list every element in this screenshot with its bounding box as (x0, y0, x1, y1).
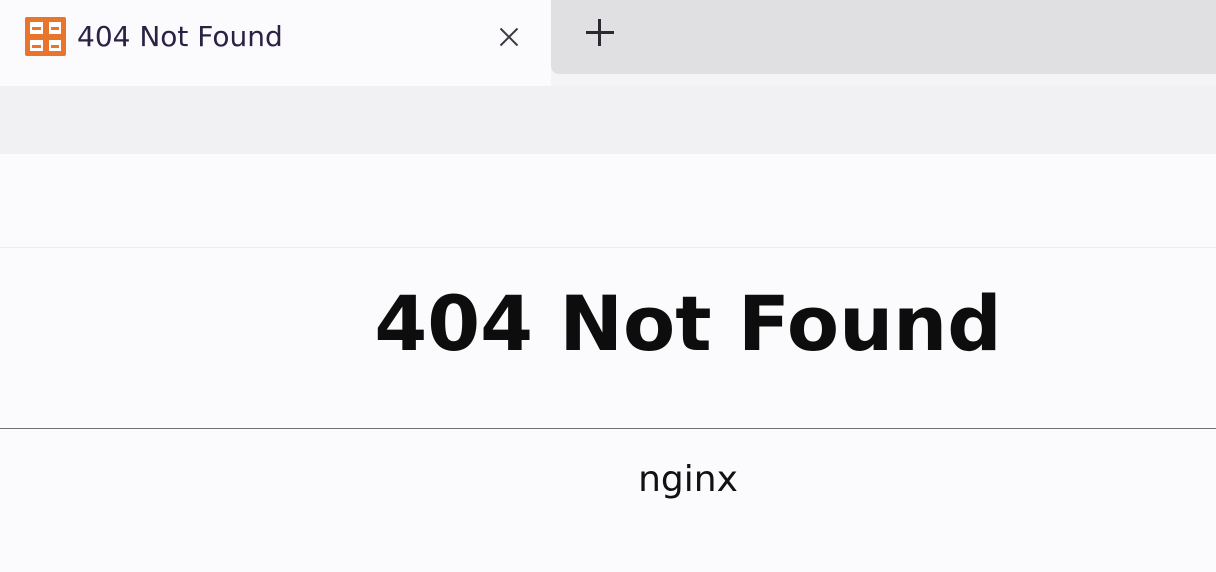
tab-bar: 404 Not Found (0, 0, 1216, 86)
content-divider (0, 247, 1216, 248)
active-tab[interactable]: 404 Not Found (0, 0, 551, 86)
plus-icon[interactable] (580, 12, 620, 52)
tab-title: 404 Not Found (77, 20, 283, 53)
browser-toolbar (0, 86, 1216, 154)
page-content: 404 Not Found nginx (0, 154, 1216, 572)
horizontal-rule (0, 428, 1216, 429)
tab-strip-empty-area (551, 0, 1216, 74)
close-icon[interactable] (493, 21, 525, 53)
page-heading: 404 Not Found (374, 279, 1002, 368)
server-name: nginx (638, 459, 738, 500)
4399-logo-icon (25, 17, 66, 56)
